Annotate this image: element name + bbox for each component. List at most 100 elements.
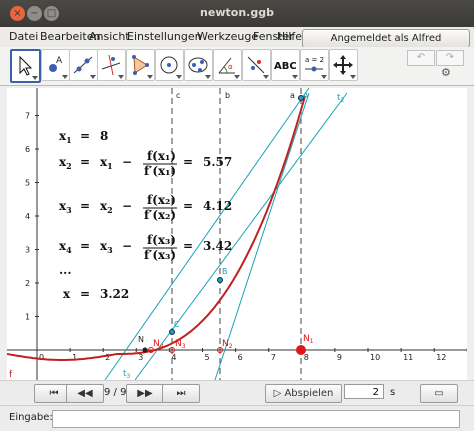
slider-tool-button[interactable]: a = 2 bbox=[300, 49, 329, 81]
point-b-label: B bbox=[222, 267, 228, 276]
app-window: × − □ newton.ggb Datei Bearbeiten Ansich… bbox=[0, 0, 474, 431]
menu-werkzeuge[interactable]: Werkzeuge bbox=[197, 30, 258, 43]
point-b[interactable] bbox=[217, 277, 223, 283]
view-toggle-button[interactable]: ▭ bbox=[420, 384, 458, 403]
polygon-icon bbox=[132, 55, 149, 75]
svg-text:x: x bbox=[63, 287, 71, 301]
svg-text:3.22: 3.22 bbox=[100, 287, 129, 301]
vertical-line-c-label: c bbox=[176, 91, 180, 100]
graphics-canvas[interactable]: 01234567891011121314 1234567 c b a t2 t3… bbox=[7, 88, 467, 380]
speed-input[interactable]: 2 bbox=[344, 384, 384, 399]
circle-tool-button[interactable] bbox=[155, 49, 184, 81]
animation-bar: ⏮ ◀◀ 9 / 9 ▶▶ ⏭ ▷ Abspielen 2 s ▭ bbox=[0, 380, 474, 405]
formula-x3: x3 = x2 − f(x₂) f′(x₂) = 4.12 bbox=[59, 193, 232, 222]
play-button[interactable]: ▷ Abspielen bbox=[265, 384, 342, 403]
text-tool-button[interactable]: ABC bbox=[271, 49, 300, 81]
menu-datei[interactable]: Datei bbox=[9, 30, 38, 43]
svg-text:5.57: 5.57 bbox=[203, 155, 232, 169]
function-curve-f[interactable] bbox=[7, 95, 306, 361]
tangent-t1[interactable] bbox=[214, 92, 310, 380]
svg-text:x1: x1 bbox=[59, 129, 72, 145]
input-bar: Eingabe: bbox=[0, 405, 474, 431]
point-c[interactable] bbox=[169, 329, 175, 335]
undo-button[interactable]: ↶ bbox=[407, 50, 435, 66]
next-step-button[interactable]: ▶▶ bbox=[126, 384, 164, 403]
reflect-tool-button[interactable] bbox=[242, 49, 271, 81]
svg-text:x3: x3 bbox=[59, 199, 72, 215]
x-tick-label: 10 bbox=[370, 353, 380, 362]
x-tick-label: 0 bbox=[39, 353, 44, 362]
svg-text:=: = bbox=[183, 239, 193, 253]
point-tool-button[interactable]: A bbox=[41, 49, 70, 81]
move-view-tool-button[interactable] bbox=[329, 49, 358, 81]
svg-text:x2: x2 bbox=[59, 155, 72, 171]
svg-text:−: − bbox=[122, 239, 132, 253]
x-tick-label: 11 bbox=[403, 353, 413, 362]
line-icon bbox=[73, 56, 93, 74]
svg-text:f(x₁): f(x₁) bbox=[147, 149, 176, 163]
svg-text:f(x₂): f(x₂) bbox=[147, 193, 176, 207]
angle-icon: α bbox=[218, 57, 235, 74]
svg-text:−: − bbox=[122, 199, 132, 213]
menu-einstellungen[interactable]: Einstellungen bbox=[127, 30, 202, 43]
step-counter: 9 / 9 bbox=[104, 387, 127, 398]
window-title: newton.ggb bbox=[200, 6, 274, 19]
x-tick-label: 7 bbox=[271, 353, 276, 362]
point-n-label: N bbox=[138, 335, 144, 344]
svg-text:α: α bbox=[228, 63, 233, 71]
formula-x4: x4 = x3 − f(x₃) f′(x₃) = 3.42 bbox=[59, 233, 232, 262]
svg-text:3.42: 3.42 bbox=[203, 239, 232, 253]
svg-text:x3: x3 bbox=[100, 239, 113, 255]
svg-text:=: = bbox=[80, 129, 90, 143]
svg-text:8: 8 bbox=[100, 129, 108, 143]
input-field[interactable] bbox=[52, 410, 460, 428]
point-n3-label: N3 bbox=[175, 339, 186, 350]
reflect-line-icon bbox=[247, 56, 265, 74]
x-tick-label: 12 bbox=[436, 353, 446, 362]
vertical-line-b-label: b bbox=[225, 91, 230, 100]
formula-x2: x2 = x1 − f(x₁) f′(x₁) = 5.57 bbox=[59, 149, 232, 178]
point-n1-label: N1 bbox=[303, 334, 314, 345]
point-n2-label: N2 bbox=[222, 339, 233, 350]
y-tick-label: 4 bbox=[25, 212, 30, 221]
title-bar: × − □ newton.ggb bbox=[0, 0, 474, 27]
line-tool-button[interactable] bbox=[69, 49, 98, 81]
menu-ansicht[interactable]: Ansicht bbox=[89, 30, 130, 43]
x-tick-label: 9 bbox=[337, 353, 342, 362]
previous-step-button[interactable]: ◀◀ bbox=[66, 384, 104, 403]
perpendicular-tool-button[interactable] bbox=[97, 49, 126, 81]
move-tool-button[interactable] bbox=[10, 49, 41, 83]
point-c-label: C bbox=[174, 320, 180, 329]
svg-text:f′(x₁): f′(x₁) bbox=[144, 164, 176, 178]
move-graphics-view-icon bbox=[333, 55, 353, 75]
svg-text:4.12: 4.12 bbox=[203, 199, 232, 213]
slider-icon: a = 2 bbox=[305, 56, 324, 72]
settings-gear-icon[interactable]: ⚙ bbox=[441, 66, 451, 79]
x-tick-label: 6 bbox=[238, 353, 243, 362]
point-icon: A bbox=[49, 56, 63, 72]
login-button[interactable]: Angemeldet als Alfred Nussbaumer bbox=[302, 29, 470, 61]
tangent-t3-label: t3 bbox=[123, 369, 131, 380]
vertical-line-a-label: a bbox=[290, 91, 295, 100]
point-n1[interactable] bbox=[296, 345, 306, 355]
polygon-tool-button[interactable] bbox=[126, 49, 155, 81]
y-tick-label: 3 bbox=[25, 246, 30, 255]
svg-text:=: = bbox=[80, 199, 90, 213]
point-n[interactable] bbox=[142, 347, 148, 353]
slider-tool-label: a = 2 bbox=[305, 56, 324, 64]
tangent-t2-label: t2 bbox=[337, 93, 345, 104]
toolbar: A α ABC a = 2 bbox=[0, 47, 474, 86]
svg-text:x2: x2 bbox=[100, 199, 113, 215]
conic-tool-button[interactable] bbox=[184, 49, 213, 81]
x-tick-label: 3 bbox=[138, 353, 143, 362]
y-tick-label: 1 bbox=[25, 313, 30, 322]
tangent-t3[interactable] bbox=[104, 88, 310, 380]
y-tick-label: 7 bbox=[25, 112, 30, 121]
svg-text:f(x₃): f(x₃) bbox=[147, 233, 176, 247]
graphics-view[interactable]: 01234567891011121314 1234567 c b a t2 t3… bbox=[7, 88, 467, 380]
angle-tool-button[interactable]: α bbox=[213, 49, 242, 81]
menu-hilfe[interactable]: Hilfe bbox=[277, 30, 302, 43]
redo-button[interactable]: ↷ bbox=[436, 50, 464, 66]
last-step-button[interactable]: ⏭ bbox=[162, 384, 200, 403]
svg-text:A: A bbox=[56, 56, 63, 66]
